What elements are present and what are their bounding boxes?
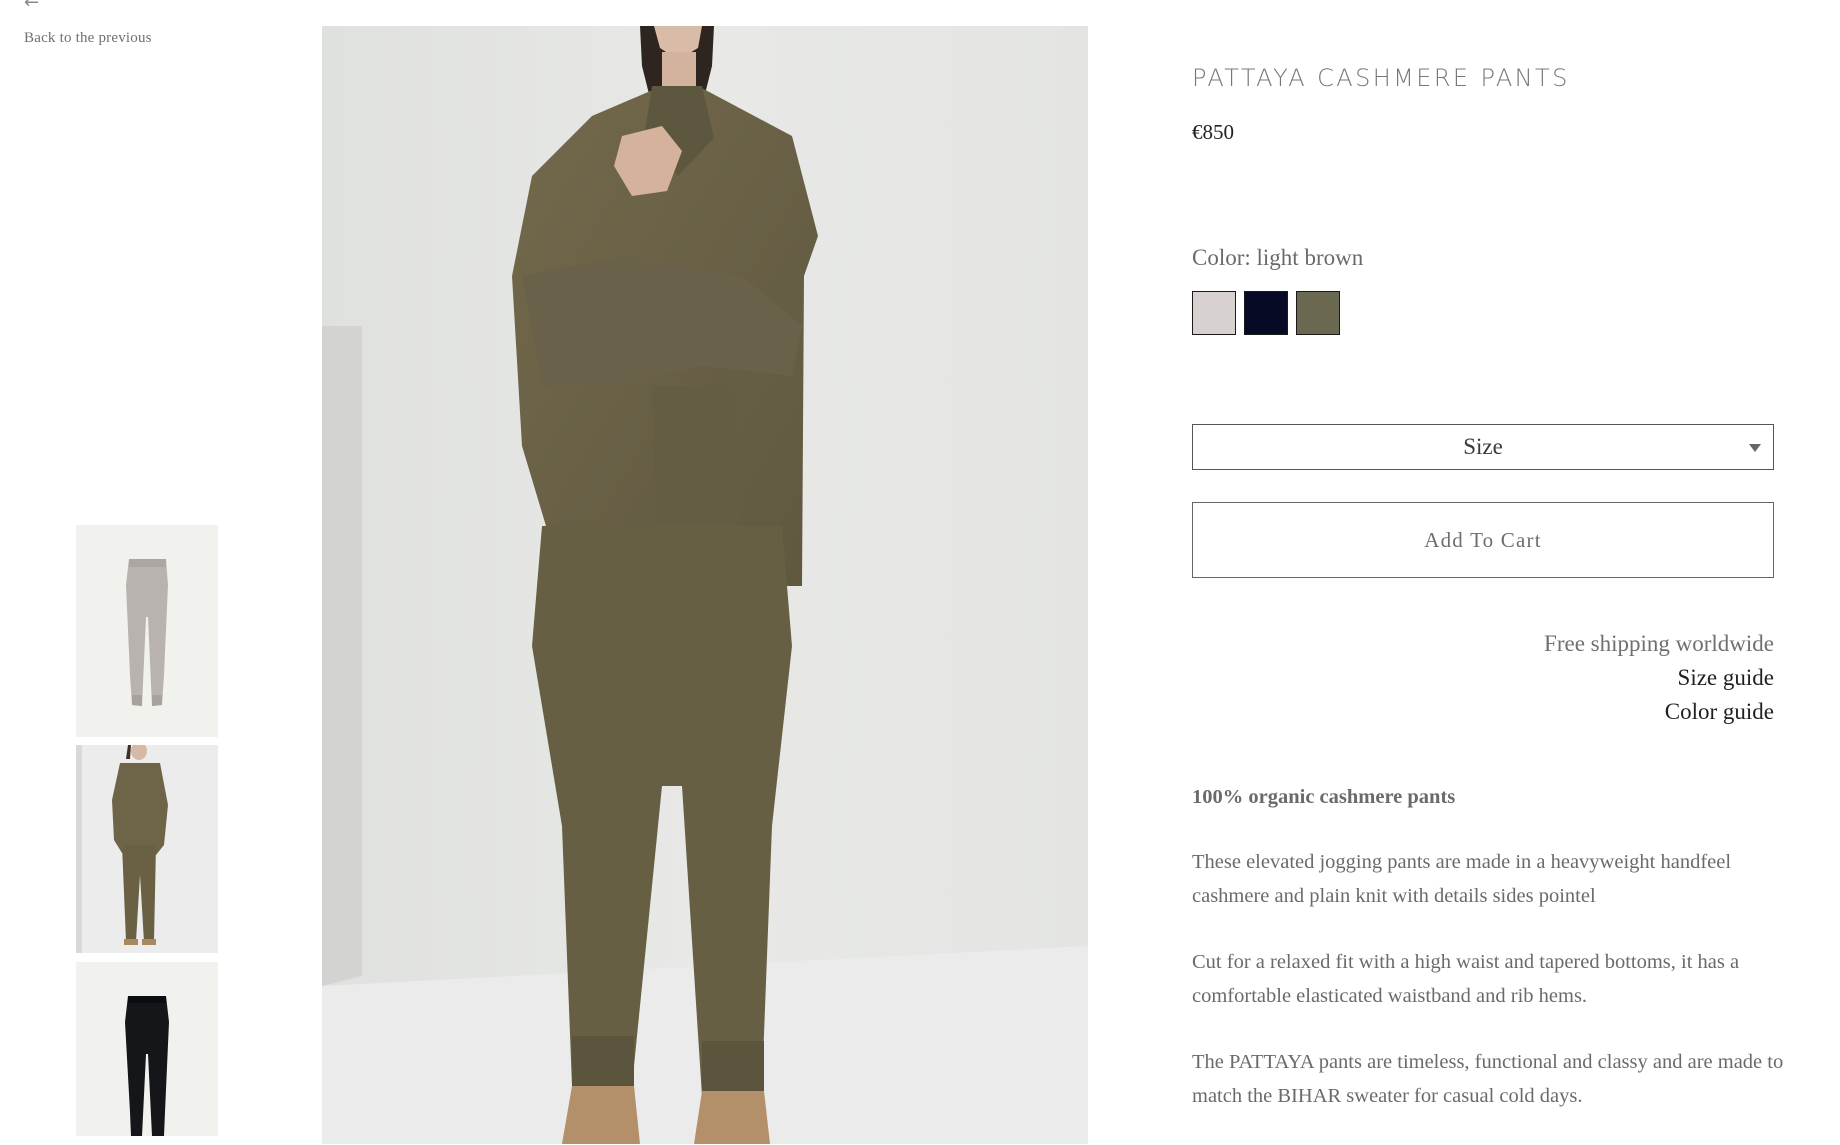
swatch-navy[interactable] xyxy=(1244,291,1288,335)
thumbnail-model-light-brown[interactable] xyxy=(76,745,218,953)
back-to-previous-link[interactable]: ← Back to the previous xyxy=(24,0,204,48)
product-description: 100% organic cashmere pants These elevat… xyxy=(1192,780,1792,1145)
description-paragraph: These elevated jogging pants are made in… xyxy=(1192,851,1732,907)
main-product-image[interactable] xyxy=(322,26,1088,1144)
pants-black-image xyxy=(76,962,218,1136)
pants-light-grey-image xyxy=(76,525,218,737)
swatch-light-brown[interactable] xyxy=(1296,291,1340,335)
free-shipping-text: Free shipping worldwide xyxy=(1544,631,1774,656)
color-guide-link[interactable]: Color guide xyxy=(1192,695,1774,729)
size-select[interactable]: Size xyxy=(1192,424,1774,470)
swatch-light-grey[interactable] xyxy=(1192,291,1236,335)
description-headline: 100% organic cashmere pants xyxy=(1192,786,1456,808)
description-paragraph: The PATTAYA pants are timeless, function… xyxy=(1192,1051,1784,1107)
model-wearing-light-brown-set-image xyxy=(322,26,1088,1144)
model-light-brown-image xyxy=(76,745,218,953)
back-link-label: Back to the previous xyxy=(24,30,152,46)
info-links: Free shipping worldwide Size guide Color… xyxy=(1192,627,1774,729)
color-label: Color: light brown xyxy=(1192,245,1364,270)
product-price: €850 xyxy=(1192,120,1234,144)
add-to-cart-button[interactable]: Add To Cart xyxy=(1192,502,1774,578)
caret-down-icon xyxy=(1749,444,1761,452)
product-title: PATTAYA CASHMERE PANTS xyxy=(1192,64,1570,92)
thumbnail-pants-light-grey[interactable] xyxy=(76,525,218,737)
thumbnail-pants-black[interactable] xyxy=(76,962,218,1136)
arrow-left-icon: ← xyxy=(24,0,40,13)
size-guide-link[interactable]: Size guide xyxy=(1192,661,1774,695)
color-swatches xyxy=(1192,291,1340,335)
description-paragraph: Cut for a relaxed fit with a high waist … xyxy=(1192,951,1740,1007)
size-select-label: Size xyxy=(1463,434,1503,459)
